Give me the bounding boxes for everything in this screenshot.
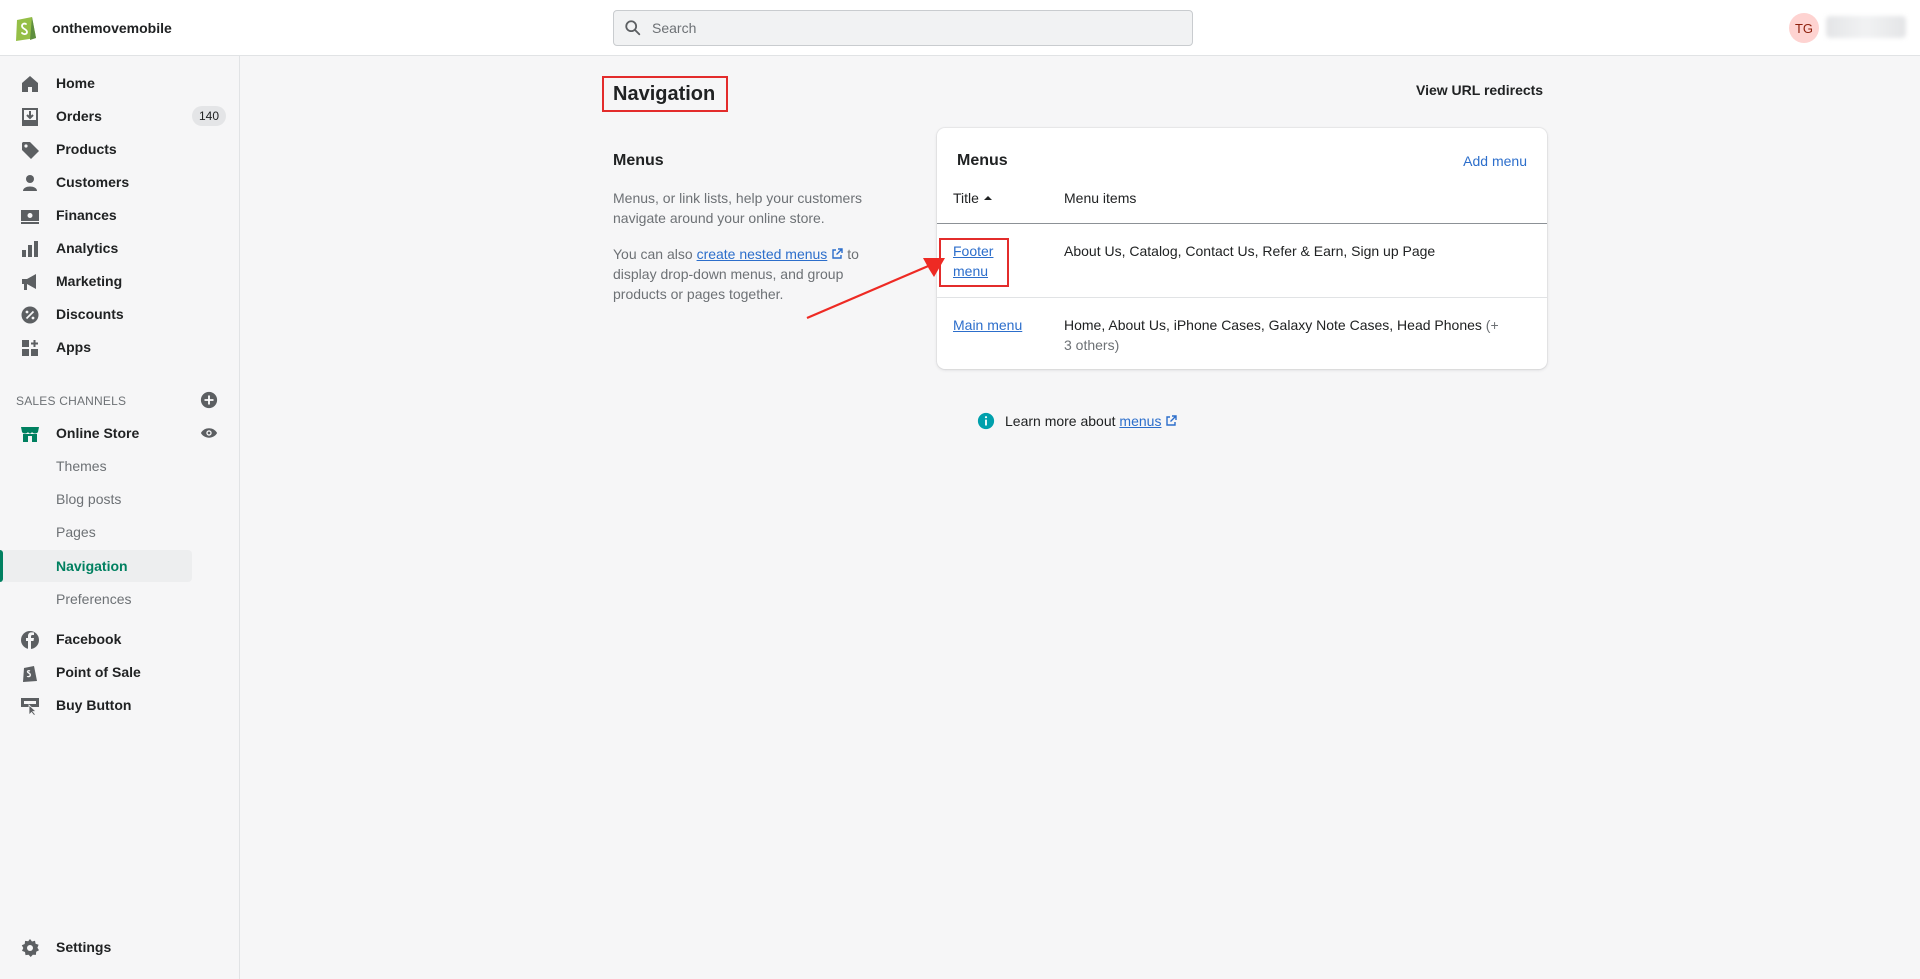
sidebar-item-finances[interactable]: Finances (0, 200, 192, 230)
footer-menu-items: About Us, Catalog, Contact Us, Refer & E… (1064, 243, 1436, 259)
sidebar-item-facebook[interactable]: Facebook (0, 624, 192, 654)
sidebar-item-home[interactable]: Home (0, 68, 192, 98)
sidebar: Home Orders 140 Products Customers Finan… (0, 56, 240, 979)
view-url-redirects-button[interactable]: View URL redirects (1416, 82, 1543, 98)
sales-channels-heading: SALES CHANNELS (16, 394, 127, 408)
info-icon (977, 412, 995, 430)
sidebar-item-buy-button[interactable]: Buy Button (0, 690, 192, 720)
row-divider (937, 297, 1547, 298)
sidebar-item-apps[interactable]: Apps (0, 332, 192, 362)
menus-description: Menus, or link lists, help your customer… (613, 190, 862, 226)
megaphone-icon (22, 274, 36, 290)
buy-button-icon (21, 698, 39, 716)
header-divider (937, 223, 1547, 224)
sidebar-item-point-of-sale[interactable]: Point of Sale (0, 657, 192, 687)
shopify-logo-icon (16, 17, 36, 41)
person-icon (23, 175, 37, 191)
sort-ascending-icon (983, 196, 992, 200)
external-link-icon (1166, 415, 1178, 426)
learn-more-footer: Learn more about menus (977, 412, 1178, 430)
user-name-blurred[interactable] (1826, 16, 1906, 38)
store-icon (21, 427, 39, 442)
learn-more-menus-link[interactable]: menus (1119, 413, 1161, 429)
add-menu-button[interactable]: Add menu (1463, 153, 1527, 169)
sidebar-item-products[interactable]: Products (0, 134, 192, 164)
column-header-menu-items: Menu items (1064, 190, 1137, 206)
sidebar-item-marketing[interactable]: Marketing (0, 266, 192, 296)
search-input[interactable] (652, 20, 1172, 36)
bar-chart-icon (22, 241, 38, 257)
sidebar-item-preferences[interactable]: Preferences (0, 583, 192, 615)
top-bar: onthemovemobile TG (0, 0, 1920, 56)
sidebar-item-navigation[interactable]: Navigation (0, 550, 192, 582)
sidebar-item-analytics[interactable]: Analytics (0, 233, 192, 263)
search-bar[interactable] (613, 10, 1193, 46)
view-online-store-eye-icon[interactable] (200, 424, 218, 442)
user-avatar[interactable]: TG (1789, 13, 1819, 43)
menus-card-title: Menus (957, 152, 1008, 169)
point-of-sale-icon (23, 666, 37, 682)
red-arrow-annotation (806, 258, 945, 320)
main-menu-link[interactable]: Main menu (953, 315, 1022, 335)
footer-menu-link[interactable]: Footer menu (953, 241, 1003, 281)
discount-icon (21, 306, 39, 324)
sidebar-item-orders[interactable]: Orders 140 (0, 101, 226, 131)
apps-icon (22, 340, 38, 356)
main-menu-items: Home, About Us, iPhone Cases, Galaxy Not… (1064, 317, 1499, 353)
tag-icon (22, 142, 39, 159)
orders-icon (22, 108, 38, 126)
facebook-icon (21, 631, 39, 649)
menus-card: Menus Add menu Title Menu items Footer m… (937, 128, 1547, 369)
finances-icon (21, 210, 39, 224)
search-icon (625, 20, 641, 36)
gear-icon (21, 939, 39, 957)
page-title: Navigation (613, 83, 716, 105)
sidebar-item-blog-posts[interactable]: Blog posts (0, 483, 192, 515)
home-icon (22, 76, 38, 92)
sidebar-item-settings[interactable]: Settings (0, 932, 192, 962)
menus-section-title: Menus (613, 152, 664, 169)
store-name: onthemovemobile (52, 20, 172, 36)
store-brand[interactable]: onthemovemobile (14, 14, 172, 42)
column-header-title[interactable]: Title (953, 190, 993, 206)
orders-count-badge: 140 (192, 106, 226, 126)
sidebar-item-themes[interactable]: Themes (0, 450, 192, 482)
sidebar-item-online-store[interactable]: Online Store (0, 418, 192, 448)
sidebar-item-pages[interactable]: Pages (0, 516, 192, 548)
add-sales-channel-icon[interactable] (200, 391, 218, 409)
sidebar-item-customers[interactable]: Customers (0, 167, 192, 197)
sidebar-item-discounts[interactable]: Discounts (0, 299, 192, 329)
